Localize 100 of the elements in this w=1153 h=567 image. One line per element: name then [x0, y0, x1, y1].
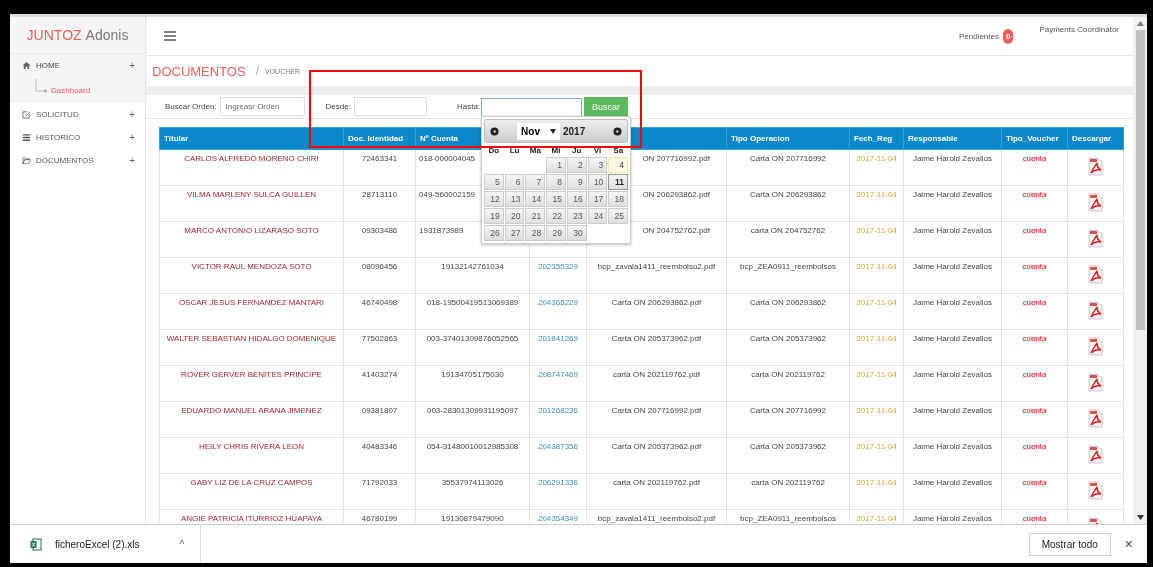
table-cell: Carta ON 205373962.pdf	[586, 329, 727, 366]
close-button[interactable]: ×	[1118, 535, 1139, 553]
calendar-day[interactable]: 19	[484, 208, 504, 224]
column-header[interactable]: Tipo Operacion	[726, 127, 850, 150]
next-month-icon[interactable]	[613, 126, 623, 136]
download-filename[interactable]: ficheroExcel (2).xls	[55, 538, 140, 550]
spreadsheet-file-icon	[30, 537, 42, 551]
calendar-day[interactable]: 12	[484, 191, 504, 207]
calendar-day[interactable]: 14	[525, 191, 546, 207]
table-link[interactable]: 204365229	[529, 293, 587, 330]
calendar-day[interactable]: 1	[546, 157, 566, 173]
calendar-day[interactable]: 6	[504, 174, 525, 190]
expand-toggle[interactable]: +	[129, 109, 135, 120]
scrollbar-thumb[interactable]	[1135, 30, 1145, 330]
pdf-file-icon[interactable]	[1088, 481, 1103, 500]
from-date-field[interactable]	[353, 97, 427, 116]
table-cell: Jaime Harold Zevallos	[903, 401, 1002, 438]
pdf-file-icon[interactable]	[1088, 445, 1103, 464]
download-options-button[interactable]: ^	[139, 525, 202, 563]
calendar-day[interactable]: 20	[504, 208, 525, 224]
month-select[interactable]: Nov	[517, 122, 560, 140]
expand-toggle[interactable]: +	[129, 155, 135, 166]
table-cell: 46740498	[343, 293, 416, 330]
user-menu[interactable]: Payments Coordinator	[1039, 25, 1119, 34]
table-cell: Jaime Harold Zevallos	[903, 185, 1002, 222]
calendar-day[interactable]: 2	[566, 157, 587, 173]
table-link[interactable]: 204387356	[529, 437, 587, 474]
table-cell: carta ON 204752762	[726, 221, 850, 258]
table-cell: Carta ON 205373962	[726, 437, 850, 474]
calendar-day[interactable]: 15	[546, 191, 566, 207]
calendar-day[interactable]: 3	[587, 157, 608, 173]
show-all-button[interactable]: Mostrar todo	[1028, 532, 1111, 556]
calendar-day[interactable]: 5	[484, 174, 504, 190]
pdf-file-icon[interactable]	[1088, 301, 1103, 320]
calendar-day[interactable]: 27	[504, 225, 525, 241]
expand-toggle[interactable]: +	[129, 132, 135, 143]
app-logo[interactable]: JUNTOZ Adonis	[10, 17, 145, 54]
pdf-file-icon[interactable]	[1088, 373, 1103, 392]
calendar-day[interactable]: 24	[587, 208, 608, 224]
menu-icon[interactable]	[164, 31, 176, 41]
table-cell: 2017-11-04	[849, 149, 904, 186]
calendar-day[interactable]: 10	[587, 174, 608, 190]
calendar-day[interactable]: 23	[566, 208, 587, 224]
table-link[interactable]: 202355329	[529, 257, 587, 294]
scroll-up-icon[interactable]	[1136, 21, 1144, 26]
table-cell: 003-37401309876052565	[415, 329, 530, 366]
table-cell: cuenta	[1001, 329, 1068, 366]
column-header[interactable]: Responsable	[903, 127, 1002, 150]
table-cell: ROVER GERVER BENITES PRINCIPE	[159, 365, 344, 402]
calendar-day[interactable]: 9	[566, 174, 587, 190]
calendar-day[interactable]: 26	[484, 225, 504, 241]
scroll-down-icon[interactable]	[1136, 515, 1144, 520]
table-link[interactable]: 206291336	[529, 473, 587, 510]
pdf-file-icon[interactable]	[1088, 193, 1103, 212]
calendar-day[interactable]: 4	[608, 157, 629, 173]
table-cell: VICTOR RAUL MENDOZA SOTO	[159, 257, 344, 294]
expand-toggle[interactable]: +	[129, 60, 135, 71]
table-cell: 28713110	[343, 185, 416, 222]
table-cell: Carta ON 207716992	[726, 401, 850, 438]
pdf-file-icon[interactable]	[1088, 337, 1103, 356]
column-header[interactable]: Fech_Reg	[849, 127, 904, 150]
pending-label[interactable]: Pendientes	[958, 31, 999, 41]
breadcrumb-separator: /	[255, 64, 259, 78]
table-cell: cuenta	[1001, 221, 1068, 258]
calendar-day[interactable]: 13	[504, 191, 525, 207]
calendar-day[interactable]: 16	[566, 191, 587, 207]
calendar-day[interactable]: 7	[525, 174, 546, 190]
table-link[interactable]: 201268236	[529, 401, 587, 438]
calendar-day[interactable]: 21	[525, 208, 546, 224]
sidebar-label: HOME	[36, 61, 61, 70]
sidebar-item[interactable]: SOLICITUD +	[10, 103, 145, 126]
table-link[interactable]: 201841269	[529, 329, 587, 366]
pdf-file-icon[interactable]	[1088, 409, 1103, 428]
calendar-day[interactable]: 17	[587, 191, 608, 207]
pdf-file-icon[interactable]	[1088, 265, 1103, 284]
previous-month-icon[interactable]	[490, 126, 500, 136]
table-cell: 2017-11-04	[849, 257, 904, 294]
calendar-day[interactable]: 25	[608, 208, 629, 224]
table-cell: 2017-11-04	[849, 221, 904, 258]
calendar-day[interactable]: 28	[525, 225, 546, 241]
column-header[interactable]: Tipo_Voucher	[1001, 127, 1068, 150]
sidebar-item[interactable]: HISTORICO +	[10, 126, 145, 149]
table-link[interactable]: 208747469	[529, 365, 587, 402]
column-header[interactable]: Titular	[159, 127, 344, 150]
calendar-day[interactable]: 30	[566, 225, 587, 241]
order-field[interactable]: Ingreasr Orden	[219, 97, 305, 116]
table-cell: 018-19500419513069389	[415, 293, 530, 330]
table-cell: 2017-11-04	[849, 437, 904, 474]
calendar-day[interactable]: 29	[546, 225, 566, 241]
calendar-day[interactable]: 11	[608, 174, 629, 190]
pending-count-badge: 0	[1002, 28, 1014, 44]
pdf-file-icon[interactable]	[1088, 229, 1103, 248]
table-cell: Jaime Harold Zevallos	[903, 257, 1002, 294]
calendar-day[interactable]: 8	[546, 174, 566, 190]
pdf-file-icon[interactable]	[1088, 157, 1103, 176]
sidebar-item[interactable]: DOCUMENTOS +	[10, 149, 145, 172]
calendar-day[interactable]: 22	[546, 208, 566, 224]
column-header[interactable]: Descargar	[1067, 127, 1124, 150]
calendar-day[interactable]: 18	[608, 191, 629, 207]
table-cell: 09303486	[343, 221, 416, 258]
